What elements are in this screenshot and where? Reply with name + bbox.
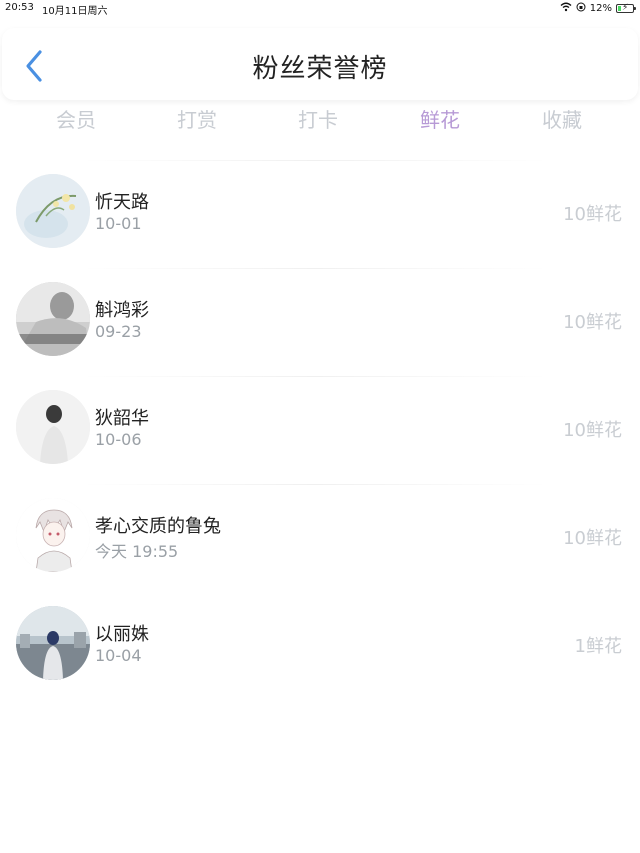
fan-name: 狄韶华 xyxy=(95,408,149,429)
flower-count: 10鲜花 xyxy=(563,528,622,549)
fan-date: 10-04 xyxy=(95,646,142,665)
divider xyxy=(80,160,550,161)
fan-date: 09-23 xyxy=(95,322,142,341)
tab-bar: 会员 打赏 打卡 鲜花 收藏 xyxy=(0,104,640,140)
list-item[interactable]: 狄韶华 10-06 10鲜花 xyxy=(0,376,640,484)
fan-date: 今天 19:55 xyxy=(95,542,179,561)
tab-reward[interactable]: 打赏 xyxy=(147,104,247,133)
battery-icon: ⚡ xyxy=(616,3,636,13)
divider xyxy=(80,268,550,269)
avatar xyxy=(16,498,90,572)
avatar xyxy=(16,282,90,356)
avatar xyxy=(16,606,90,680)
flower-count: 1鲜花 xyxy=(574,636,622,657)
status-right: 12% ⚡ xyxy=(560,2,636,15)
tab-favorites[interactable]: 收藏 xyxy=(512,104,612,133)
tab-flowers[interactable]: 鲜花 xyxy=(390,104,490,133)
list-item[interactable]: 忻天路 10-01 10鲜花 xyxy=(0,160,640,268)
flower-count: 10鲜花 xyxy=(563,204,622,225)
fan-name: 孝心交质的鲁兔 xyxy=(95,516,221,537)
flower-count: 10鲜花 xyxy=(563,420,622,441)
avatar xyxy=(16,390,90,464)
fan-date: 10-01 xyxy=(95,214,142,233)
fan-date: 10-06 xyxy=(95,430,142,449)
fan-name: 忻天路 xyxy=(95,192,149,213)
list-item[interactable]: 斛鸿彩 09-23 10鲜花 xyxy=(0,268,640,376)
fan-name: 以丽姝 xyxy=(95,624,149,645)
flower-count: 10鲜花 xyxy=(563,312,622,333)
avatar xyxy=(16,174,90,248)
divider xyxy=(80,484,550,485)
tab-checkin[interactable]: 打卡 xyxy=(268,104,368,133)
status-bar: 20:53 10月11日周六 12% ⚡ xyxy=(0,0,640,17)
rotation-lock-icon xyxy=(576,2,586,15)
status-date: 10月11日周六 xyxy=(42,6,108,17)
status-time: 20:53 xyxy=(5,2,34,13)
battery-percent: 12% xyxy=(589,3,612,14)
header-bar: 粉丝荣誉榜 xyxy=(2,28,638,100)
tab-member[interactable]: 会员 xyxy=(26,104,126,133)
divider xyxy=(80,376,550,377)
fan-name: 斛鸿彩 xyxy=(95,300,149,321)
page-title: 粉丝荣誉榜 xyxy=(252,54,388,84)
list-item[interactable]: 孝心交质的鲁兔 今天 19:55 10鲜花 xyxy=(0,484,640,592)
wifi-icon xyxy=(560,2,572,15)
list-item[interactable]: 以丽姝 10-04 1鲜花 xyxy=(0,592,640,700)
